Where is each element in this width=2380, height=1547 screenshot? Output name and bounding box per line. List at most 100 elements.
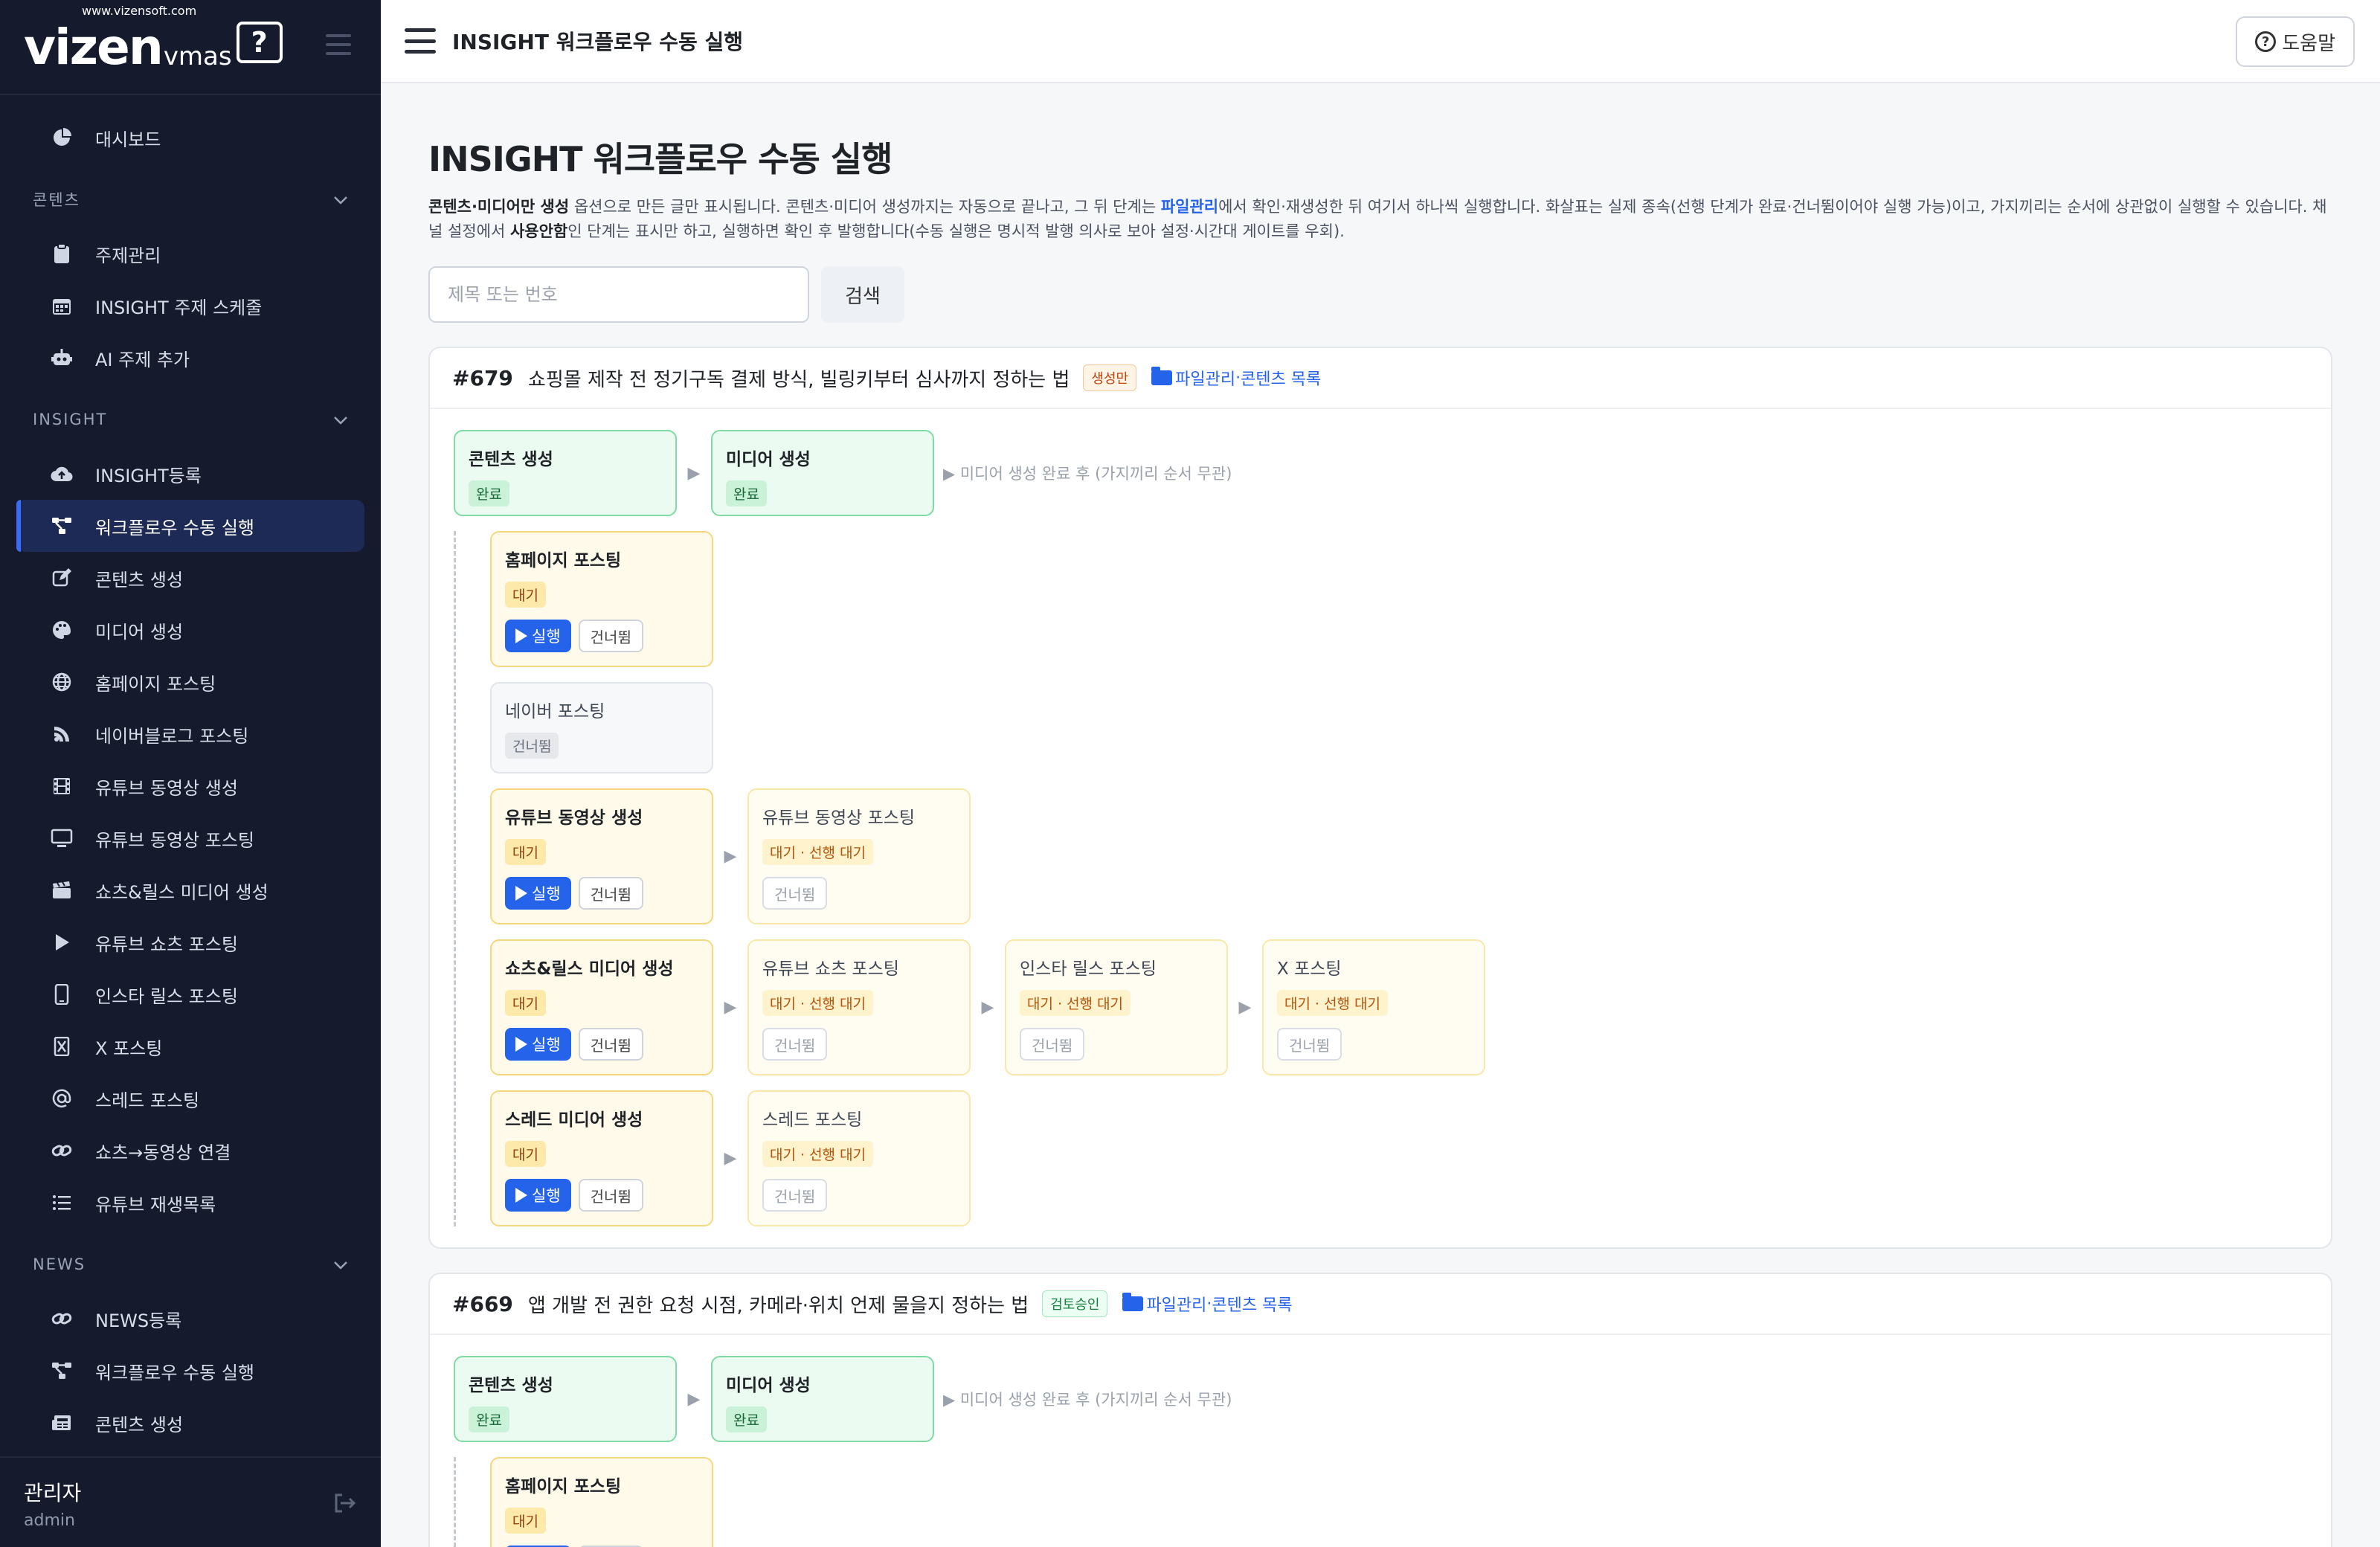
x-icon	[51, 1035, 73, 1058]
logo[interactable]: www.vizensoft.com vizen vmas ?	[24, 4, 283, 72]
question-icon: ?	[2255, 31, 2277, 52]
workflow-step-done: 미디어 생성 완료	[711, 430, 934, 516]
status-badge: 대기	[505, 582, 546, 608]
sidebar-item[interactable]: 대시보드	[16, 112, 364, 164]
sidebar-toggle-icon[interactable]	[326, 34, 351, 55]
sidebar-item[interactable]: 홈페이지 포스팅	[16, 656, 364, 708]
sidebar-item[interactable]: 미디어 생성	[16, 604, 364, 656]
sidebar-item-label: 인스타 릴스 포스팅	[95, 985, 238, 1007]
sidebar-nav: 대시보드콘텐츠 주제관리 INSIGHT 주제 스케줄 AI 주제 추가 INSIGHT…	[0, 95, 381, 1449]
clapper-icon	[51, 879, 73, 901]
base-steps-row: 콘텐츠 생성 완료 ▶ 미디어 생성 완료 ▶ 미디어 생성 완료 후 (가지끼리 순서 …	[454, 1356, 2307, 1442]
logo-url: www.vizensoft.com	[82, 4, 197, 18]
link-separator: ·	[1206, 1294, 1212, 1313]
sidebar-item[interactable]: 워크플로우 수동 실행	[16, 500, 364, 552]
sidebar-item[interactable]: 유튜브 쇼츠 포스팅	[16, 916, 364, 968]
skip-button[interactable]: 건너뜀	[578, 1179, 643, 1212]
step-title: 콘텐츠 생성	[469, 1376, 553, 1395]
dependency-arrow-icon: ▶	[981, 998, 994, 1017]
sidebar-item[interactable]: 주제관리	[16, 228, 364, 280]
sidebar-item[interactable]: INSIGHT등록	[16, 448, 364, 500]
folder-open-icon	[1122, 1293, 1144, 1311]
sidebar-item-label: 워크플로우 수동 실행	[95, 517, 254, 538]
status-badge: 완료	[469, 1406, 509, 1432]
run-button[interactable]: 실행	[505, 620, 571, 652]
status-badge: 건너뜀	[505, 733, 559, 759]
sidebar: www.vizensoft.com vizen vmas ? 대시보드콘텐츠 주제…	[0, 0, 381, 1547]
edit-icon	[51, 567, 73, 589]
globe-icon	[51, 671, 73, 693]
run-button[interactable]: 실행	[505, 1028, 571, 1061]
newspaper-icon	[51, 1412, 73, 1434]
link-separator: ·	[1235, 368, 1241, 387]
status-badge: 대기	[505, 1508, 546, 1534]
search-button[interactable]: 검색	[821, 266, 904, 323]
branch-row: 스레드 미디어 생성 대기 실행 건너뜀 ▶ 스레드 포스팅 대기 · 선행 대기 건너뜀	[490, 1090, 2307, 1226]
run-button[interactable]: 실행	[505, 877, 571, 910]
sidebar-item[interactable]: INSIGHT 주제 스케줄	[16, 280, 364, 332]
menu-icon[interactable]	[405, 28, 436, 54]
page-description: 콘텐츠·미디어만 생성 옵션으로 만든 글만 표시됩니다. 콘텐츠·미디어 생성…	[428, 195, 2332, 244]
sidebar-item[interactable]: AI 주제 추가	[16, 332, 364, 384]
workflow-step: 스레드 포스팅 대기 · 선행 대기 건너뜀	[747, 1090, 971, 1226]
skip-button[interactable]: 건너뜀	[762, 877, 828, 910]
sidebar-item-label: AI 주제 추가	[95, 349, 190, 370]
skip-button[interactable]: 건너뜀	[762, 1179, 828, 1212]
skip-button[interactable]: 건너뜀	[1020, 1028, 1085, 1061]
step-title: 스레드 미디어 생성	[505, 1110, 643, 1130]
file-manage-link[interactable]: 파일관리	[1175, 366, 1235, 390]
sidebar-item[interactable]: 쇼츠&릴스 미디어 생성	[16, 864, 364, 916]
sidebar-item[interactable]: 유튜브 재생목록	[16, 1177, 364, 1229]
content-list-link[interactable]: 콘텐츠 목록	[1212, 1292, 1292, 1316]
post-title: 앱 개발 전 권한 요청 시점, 카메라·위치 언제 물을지 정하는 법	[527, 1294, 1029, 1317]
skip-button[interactable]: 건너뜀	[762, 1028, 828, 1061]
logout-icon[interactable]	[332, 1492, 357, 1520]
sidebar-item[interactable]: X 포스팅	[16, 1020, 364, 1072]
sidebar-item-label: 홈페이지 포스팅	[95, 673, 216, 695]
branch-row: 홈페이지 포스팅대기실행건너뜀	[490, 1457, 2307, 1547]
sidebar-item[interactable]: 유튜브 동영상 생성	[16, 760, 364, 812]
search-input[interactable]	[428, 266, 809, 323]
status-badge: 대기 · 선행 대기	[762, 1141, 874, 1167]
sidebar-item[interactable]: 네이버블로그 포스팅	[16, 708, 364, 760]
workflow-graph: 콘텐츠 생성 완료 ▶ 미디어 생성 완료 ▶ 미디어 생성 완료 후 (가지끼리 순서 …	[430, 1335, 2331, 1547]
file-manage-link[interactable]: 파일관리	[1146, 1292, 1206, 1316]
file-manage-link[interactable]: 파일관리	[1161, 198, 1218, 216]
logo-sub: vmas	[163, 42, 232, 71]
sidebar-section-header[interactable]: INSIGHT	[0, 391, 381, 448]
help-button[interactable]: ? 도움말	[2236, 16, 2355, 67]
status-badge: 대기	[505, 990, 546, 1016]
sidebar-item[interactable]: NEWS등록	[16, 1293, 364, 1345]
sidebar-item-label: INSIGHT 주제 스케줄	[95, 297, 263, 318]
status-badge: 대기 · 선행 대기	[762, 839, 874, 865]
sidebar-item[interactable]: 콘텐츠 생성	[16, 552, 364, 604]
run-button[interactable]: 실행	[505, 1179, 571, 1212]
sidebar-item-label: INSIGHT등록	[95, 465, 202, 486]
skip-button[interactable]: 건너뜀	[578, 877, 643, 910]
status-badge: 대기	[505, 1141, 546, 1167]
help-label: 도움말	[2282, 32, 2335, 55]
sidebar-section-header[interactable]: 콘텐츠	[0, 171, 381, 228]
sidebar-section-header[interactable]: NEWS	[0, 1236, 381, 1293]
topbar-title: INSIGHT 워크플로우 수동 실행	[452, 30, 744, 54]
list-icon	[51, 1191, 73, 1214]
desc-text-3: 인 단계는 표시만 하고, 실행하면 확인 후 발행합니다(수동 실행은 명시적…	[567, 222, 1345, 240]
sidebar-item[interactable]: 인스타 릴스 포스팅	[16, 968, 364, 1020]
step-title: 쇼츠&릴스 미디어 생성	[505, 959, 674, 979]
skip-button[interactable]: 건너뜀	[578, 1028, 643, 1061]
chevron-down-icon	[333, 190, 348, 209]
sidebar-item[interactable]: 콘텐츠 생성	[16, 1397, 364, 1449]
sidebar-item[interactable]: 쇼츠→동영상 연결	[16, 1125, 364, 1177]
skip-button[interactable]: 건너뜀	[578, 620, 643, 652]
content-list-link[interactable]: 콘텐츠 목록	[1241, 366, 1321, 390]
sidebar-item[interactable]: 스레드 포스팅	[16, 1072, 364, 1125]
sidebar-item[interactable]: 워크플로우 수동 실행	[16, 1345, 364, 1397]
sidebar-item-label: 유튜브 쇼츠 포스팅	[95, 933, 238, 955]
step-actions: 실행 건너뜀	[505, 1028, 698, 1061]
skip-button[interactable]: 건너뜀	[1277, 1028, 1342, 1061]
sidebar-item[interactable]: 유튜브 동영상 포스팅	[16, 812, 364, 864]
step-title: X 포스팅	[1277, 959, 1342, 979]
step-title: 유튜브 동영상 포스팅	[762, 808, 916, 828]
step-actions: 건너뜀	[1020, 1028, 1213, 1061]
card-header: #679 쇼핑몰 제작 전 정기구독 결제 방식, 빌링키부터 심사까지 정하는 …	[430, 348, 2331, 409]
